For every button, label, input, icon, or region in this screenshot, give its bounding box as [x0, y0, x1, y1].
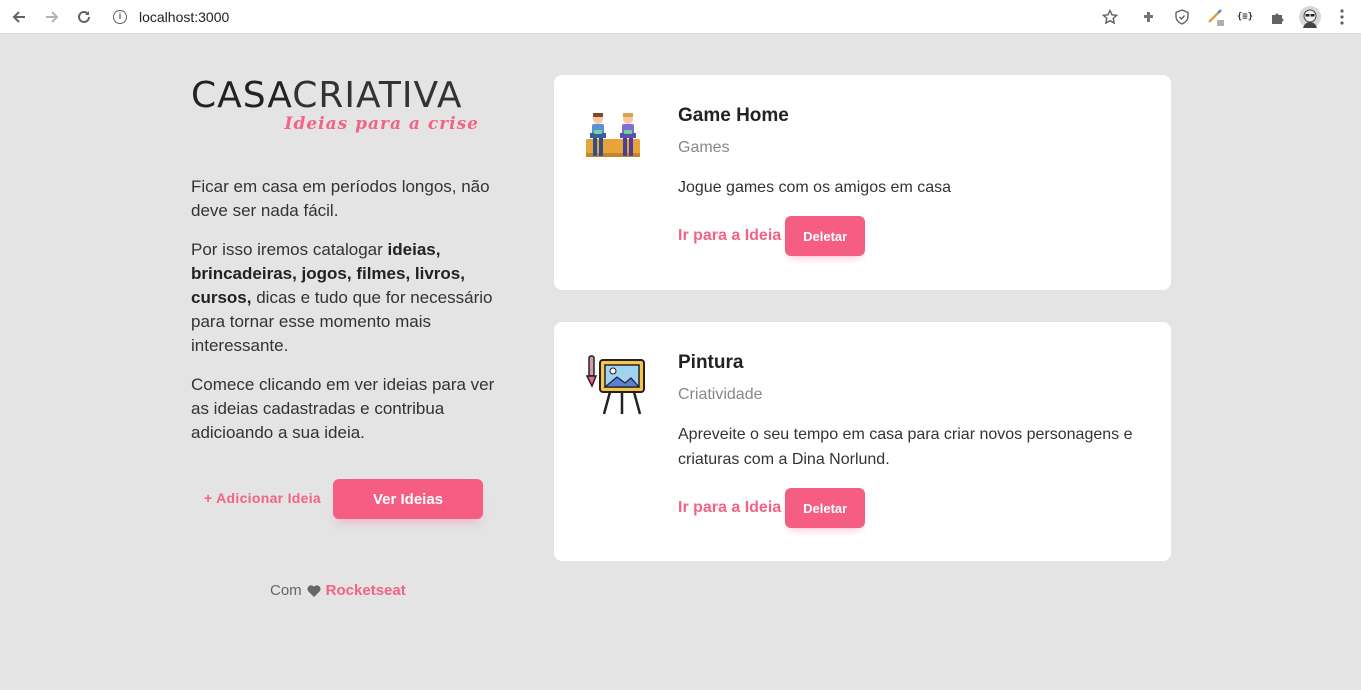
logo-tagline: Ideias para a crise [284, 114, 479, 134]
delete-button[interactable]: Deletar [785, 488, 866, 528]
heart-icon [307, 584, 321, 597]
idea-category: Criatividade [678, 386, 763, 403]
pen-icon[interactable] [1204, 5, 1228, 29]
idea-card: Game Home Games Jogue games com os amigo… [554, 75, 1171, 290]
logo-wordmark: CASACRIATIVA [191, 76, 483, 116]
go-to-idea-link[interactable]: Ir para a Ideia [678, 499, 781, 517]
intro-paragraph-2: Por isso iremos catalogar ideias, brinca… [191, 238, 496, 358]
intro-p2-start: Por isso iremos catalogar [191, 240, 388, 259]
extension-icon[interactable] [1137, 5, 1161, 29]
footer-brand-link[interactable]: Rocketseat [326, 582, 406, 599]
address-bar[interactable]: i localhost:3000 [113, 6, 229, 28]
delete-button[interactable]: Deletar [785, 216, 866, 256]
forward-icon[interactable] [39, 4, 65, 30]
idea-category: Games [678, 139, 730, 156]
idea-actions: Ir para a Ideia Deletar [678, 488, 1138, 528]
intro-text: Ficar em casa em períodos longos, não de… [191, 175, 496, 460]
shield-icon[interactable] [1170, 5, 1194, 29]
idea-title: Game Home [678, 105, 789, 126]
braces-icon[interactable]: {≡} [1233, 5, 1257, 29]
back-icon[interactable] [6, 4, 32, 30]
go-to-idea-link[interactable]: Ir para a Ideia [678, 227, 781, 245]
easel-icon [584, 354, 650, 420]
idea-card: Pintura Criatividade Apreveite o seu tem… [554, 322, 1171, 561]
idea-title: Pintura [678, 352, 744, 373]
avatar[interactable] [1298, 5, 1322, 29]
star-icon[interactable] [1098, 5, 1122, 29]
puzzle-icon[interactable] [1266, 5, 1290, 29]
logo: CASACRIATIVA Ideias para a crise [191, 76, 483, 140]
view-ideas-button[interactable]: Ver Ideias [333, 479, 483, 519]
browser-toolbar: i localhost:3000 {≡} [0, 0, 1361, 34]
gamers-icon [584, 107, 650, 173]
idea-actions: Ir para a Ideia Deletar [678, 216, 1138, 256]
footer-prefix: Com [270, 582, 302, 599]
intro-paragraph-3: Comece clicando em ver ideias para ver a… [191, 375, 495, 442]
more-icon[interactable] [1330, 5, 1354, 29]
logo-part-casa: CASA [191, 75, 293, 116]
idea-card-body: Pintura Criatividade Apreveite o seu tem… [678, 352, 1138, 528]
idea-description: Apreveite o seu tempo em casa para criar… [678, 426, 1133, 468]
url-text: localhost:3000 [139, 9, 230, 25]
reload-icon[interactable] [71, 4, 97, 30]
info-icon[interactable]: i [113, 10, 127, 24]
add-idea-link[interactable]: + Adicionar Ideia [204, 490, 321, 506]
footer: Com Rocketseat [270, 582, 406, 599]
idea-description: Jogue games com os amigos em casa [678, 179, 952, 196]
idea-card-body: Game Home Games Jogue games com os amigo… [678, 105, 1138, 256]
intro-paragraph-1: Ficar em casa em períodos longos, não de… [191, 177, 490, 220]
logo-part-criativa: CRIATIVA [292, 75, 463, 116]
